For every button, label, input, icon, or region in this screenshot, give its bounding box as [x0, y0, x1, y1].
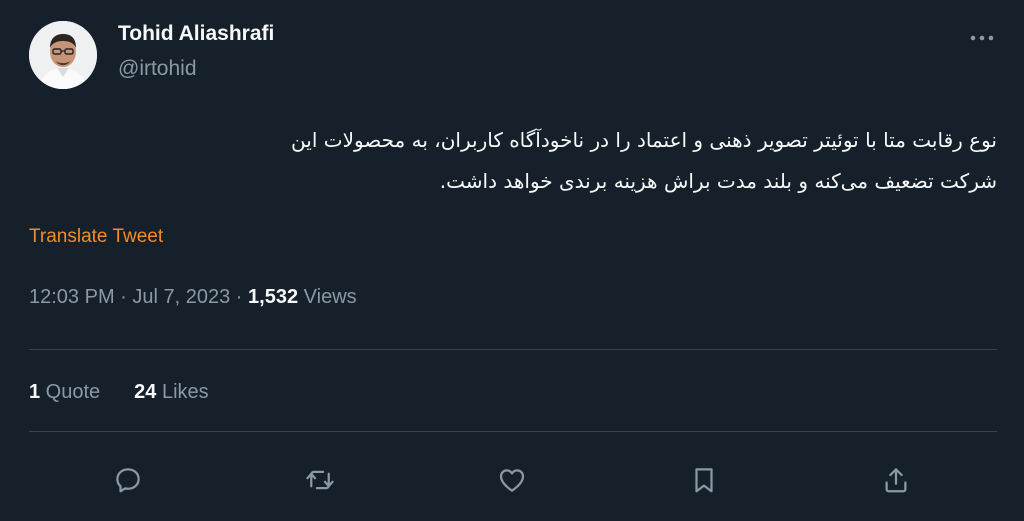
tweet-text: نوع رقابت متا با توئیتر تصویر ذهنی و اعت… [29, 120, 997, 202]
share-button[interactable] [878, 462, 914, 498]
divider [29, 349, 997, 350]
more-options-button[interactable] [966, 28, 998, 48]
reply-icon [116, 468, 140, 493]
bookmark-button[interactable] [686, 462, 722, 498]
meta-separator: · [114, 286, 133, 308]
tweet-time[interactable]: 12:03 PM [29, 286, 115, 308]
author-name[interactable]: Tohid Aliashrafi [118, 22, 274, 46]
reply-button[interactable] [110, 462, 146, 498]
retweet-icon [306, 470, 334, 490]
avatar-image [29, 21, 97, 89]
views-count: 1,532 [248, 286, 299, 308]
tweet-meta: 12:03 PM · Jul 7, 2023 · 1,532 Views [29, 286, 357, 309]
views-label: Views [298, 286, 357, 308]
avatar[interactable] [29, 21, 97, 89]
likes-link[interactable]: 24 Likes [134, 381, 209, 403]
author-handle[interactable]: @irtohid [118, 57, 197, 81]
tweet-date[interactable]: Jul 7, 2023 [132, 286, 230, 308]
retweet-button[interactable] [302, 462, 338, 498]
like-icon [499, 469, 525, 492]
divider [29, 431, 997, 432]
translate-tweet-link[interactable]: Translate Tweet [29, 226, 163, 248]
like-button[interactable] [494, 462, 530, 498]
quotes-count: 1 [29, 381, 41, 403]
tweet-stats: 1 Quote 24 Likes [29, 381, 209, 404]
likes-count: 24 [134, 381, 157, 403]
quotes-link[interactable]: 1 Quote [29, 381, 100, 403]
bookmark-icon [695, 468, 713, 493]
quotes-label: Quote [40, 381, 101, 403]
more-horizontal-icon [970, 35, 994, 41]
meta-separator: · [230, 286, 249, 308]
likes-label: Likes [156, 381, 209, 403]
tweet-text-line: شرکت تضعیف می‌کنه و بلند مدت براش هزینه … [439, 169, 997, 193]
share-icon [885, 468, 907, 493]
tweet-text-line: نوع رقابت متا با توئیتر تصویر ذهنی و اعت… [291, 128, 997, 152]
